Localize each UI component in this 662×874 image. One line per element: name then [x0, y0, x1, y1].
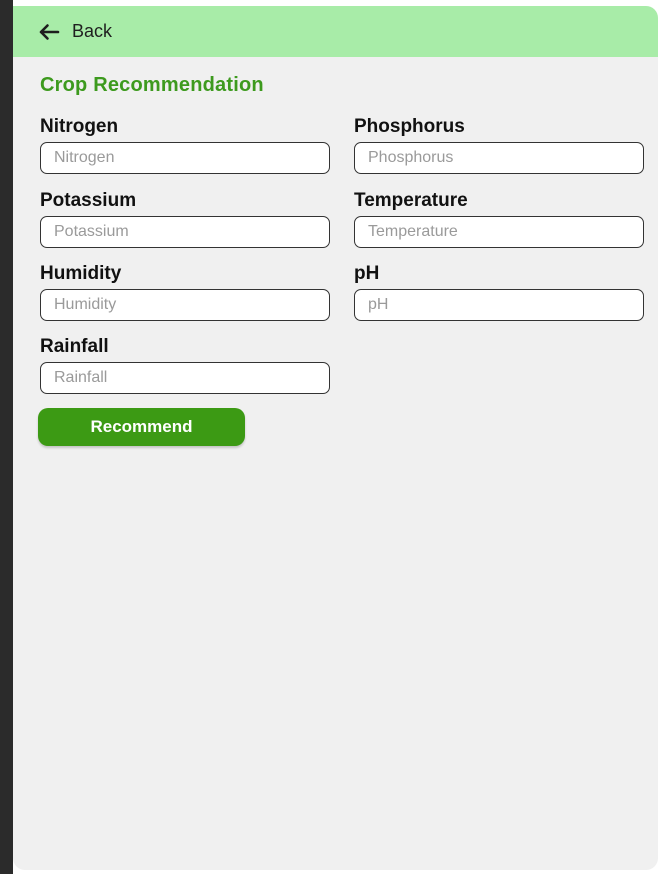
- phosphorus-input[interactable]: [354, 142, 644, 174]
- temperature-input[interactable]: [354, 216, 644, 248]
- ph-label: pH: [354, 263, 380, 284]
- rainfall-input[interactable]: [40, 362, 330, 394]
- app-screen: Back Crop Recommendation Nitrogen Phosph…: [13, 6, 658, 870]
- humidity-field-group: Humidity: [40, 263, 330, 321]
- phosphorus-label: Phosphorus: [354, 116, 465, 137]
- phosphorus-field-group: Phosphorus: [354, 116, 644, 174]
- ph-input[interactable]: [354, 289, 644, 321]
- arrow-left-icon: [37, 22, 61, 42]
- humidity-label: Humidity: [40, 263, 122, 284]
- temperature-label: Temperature: [354, 190, 468, 211]
- recommend-button[interactable]: Recommend: [38, 408, 245, 446]
- back-button[interactable]: Back: [37, 21, 112, 42]
- nitrogen-input[interactable]: [40, 142, 330, 174]
- potassium-label: Potassium: [40, 190, 137, 211]
- nitrogen-field-group: Nitrogen: [40, 116, 330, 174]
- rainfall-field-group: Rainfall: [40, 336, 330, 394]
- page-title: Crop Recommendation: [40, 74, 264, 96]
- header-bar: Back: [13, 6, 658, 57]
- rainfall-label: Rainfall: [40, 336, 109, 357]
- potassium-input[interactable]: [40, 216, 330, 248]
- back-label: Back: [72, 21, 113, 41]
- window-edge: [0, 0, 13, 874]
- ph-field-group: pH: [354, 263, 644, 321]
- potassium-field-group: Potassium: [40, 190, 330, 248]
- humidity-input[interactable]: [40, 289, 330, 321]
- device-frame: Back Crop Recommendation Nitrogen Phosph…: [0, 0, 662, 874]
- nitrogen-label: Nitrogen: [40, 116, 119, 137]
- temperature-field-group: Temperature: [354, 190, 644, 248]
